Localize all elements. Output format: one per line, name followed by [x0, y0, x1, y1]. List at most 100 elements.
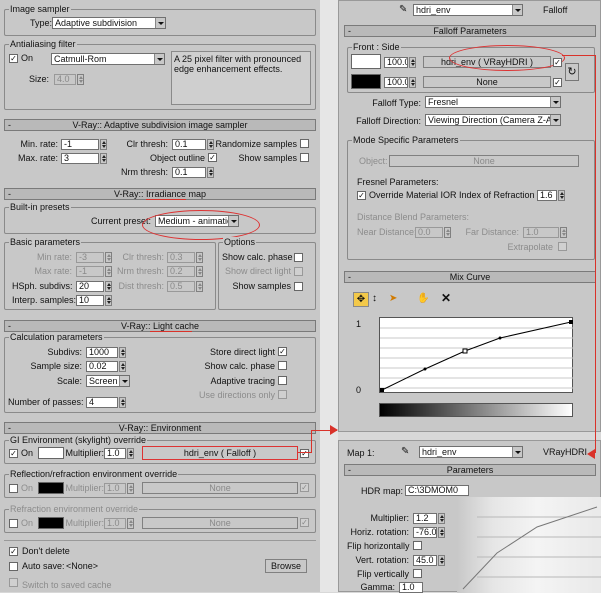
insert-point-icon[interactable]: ➤ [389, 293, 397, 304]
gi-on-checkbox[interactable]: ✓ [9, 449, 18, 458]
refr-on-checkbox[interactable] [9, 519, 18, 528]
adaptive-sampler-rollout-bar[interactable]: - V-Ray:: Adaptive subdivision image sam… [4, 119, 316, 131]
nrm-thresh-field[interactable]: 0.1 [172, 167, 206, 178]
clr-thresh-field[interactable]: 0.1 [172, 139, 206, 150]
irr-dist-thresh-field[interactable]: 0.5 [167, 281, 195, 292]
randomize-checkbox[interactable] [300, 139, 309, 148]
refl-color-swatch[interactable] [38, 482, 64, 494]
refr-map-checkbox[interactable]: ✓ [300, 518, 309, 527]
size-spinner[interactable] [77, 74, 84, 85]
refr-multiplier-spinner[interactable] [127, 518, 134, 529]
horiz-rotation-field[interactable]: -76.0 [413, 527, 437, 538]
map-type-label[interactable]: Falloff [543, 5, 567, 16]
map-type-label[interactable]: VRayHDRI [543, 447, 587, 458]
store-direct-checkbox[interactable]: ✓ [278, 347, 287, 356]
sampler-type-select[interactable]: Adaptive subdivision [52, 17, 166, 29]
hdr-map-path-field[interactable]: C:\3DMOM0 [405, 485, 469, 496]
delete-point-icon[interactable]: ✕ [441, 291, 451, 305]
mix-curve-graph[interactable] [379, 317, 574, 393]
max-rate-field[interactable]: 3 [61, 153, 99, 164]
object-pick-button[interactable]: None [389, 155, 579, 167]
switch-cache-checkbox[interactable] [9, 578, 18, 587]
sample-size-field[interactable]: 0.02 [86, 361, 118, 372]
scale-point-icon[interactable]: ↕ [372, 293, 377, 304]
side-map-button[interactable]: None [423, 76, 551, 88]
irr-clr-thresh-field[interactable]: 0.3 [167, 252, 195, 263]
hsph-field[interactable]: 20 [76, 281, 104, 292]
show-direct-checkbox[interactable] [294, 267, 303, 276]
move-point-icon[interactable]: ✥ [353, 292, 369, 307]
irr-max-rate-field[interactable]: -1 [76, 266, 104, 277]
irr-nrm-thresh-field[interactable]: 0.2 [167, 266, 195, 277]
gamma-field[interactable]: 1.0 [399, 582, 423, 593]
side-amount-spinner[interactable] [409, 77, 416, 88]
use-directions-checkbox[interactable] [278, 390, 287, 399]
size-field[interactable]: 4.0 [54, 74, 76, 85]
refl-multiplier-spinner[interactable] [127, 483, 134, 494]
refl-map-button[interactable]: None [142, 482, 298, 494]
passes-spinner[interactable] [119, 397, 126, 408]
near-distance-spinner[interactable] [444, 227, 451, 238]
refr-color-swatch[interactable] [38, 517, 64, 529]
auto-save-checkbox[interactable] [9, 562, 18, 571]
vert-rotation-field[interactable]: 45.0 [413, 555, 437, 566]
refl-multiplier-field[interactable]: 1.0 [104, 483, 126, 494]
hdri-params-rollout-bar[interactable]: - Parameters [344, 464, 596, 476]
irr-nrm-thresh-spinner[interactable] [196, 266, 203, 277]
hdri-multiplier-spinner[interactable] [438, 513, 445, 524]
near-distance-field[interactable]: 0.0 [415, 227, 443, 238]
extrapolate-checkbox[interactable] [558, 242, 567, 251]
far-distance-spinner[interactable] [560, 227, 567, 238]
irr-min-rate-spinner[interactable] [105, 252, 112, 263]
horiz-rotation-spinner[interactable] [438, 527, 445, 538]
gi-map-button[interactable]: hdri_env ( Falloff ) [142, 446, 298, 460]
passes-field[interactable]: 4 [86, 397, 118, 408]
gi-multiplier-spinner[interactable] [127, 448, 134, 459]
ior-spinner[interactable] [558, 190, 565, 201]
show-calc-checkbox[interactable] [294, 253, 303, 262]
sample-size-spinner[interactable] [119, 361, 126, 372]
subdivs-spinner[interactable] [119, 347, 126, 358]
hdri-multiplier-field[interactable]: 1.2 [413, 513, 437, 524]
hsph-spinner[interactable] [105, 281, 112, 292]
falloff-type-select[interactable]: Fresnel [425, 96, 561, 108]
refl-map-checkbox[interactable]: ✓ [300, 483, 309, 492]
pan-icon[interactable]: ✋ [417, 293, 429, 304]
irr-show-samples-checkbox[interactable] [294, 282, 303, 291]
min-rate-spinner[interactable] [100, 139, 107, 150]
vert-rotation-spinner[interactable] [438, 555, 445, 566]
eyedropper-icon[interactable]: ✎ [399, 5, 407, 15]
flip-vertically-checkbox[interactable] [413, 569, 422, 578]
dont-delete-checkbox[interactable]: ✓ [9, 547, 18, 556]
far-distance-field[interactable]: 1.0 [523, 227, 559, 238]
front-map-checkbox[interactable]: ✓ [553, 58, 562, 67]
irr-dist-thresh-spinner[interactable] [196, 281, 203, 292]
environment-rollout-bar[interactable]: - V-Ray:: Environment [4, 422, 316, 434]
aa-on-checkbox[interactable]: ✓ [9, 54, 18, 63]
min-rate-field[interactable]: -1 [61, 139, 99, 150]
gi-multiplier-field[interactable]: 1.0 [104, 448, 126, 459]
ior-field[interactable]: 1.6 [537, 190, 557, 201]
mix-curve-rollout-bar[interactable]: - Mix Curve [344, 271, 596, 283]
side-amount-field[interactable]: 100.0 [384, 77, 408, 88]
eyedropper-icon[interactable]: ✎ [401, 447, 409, 457]
swap-colors-icon[interactable]: ↻ [565, 63, 579, 81]
refr-multiplier-field[interactable]: 1.0 [104, 518, 126, 529]
falloff-direction-select[interactable]: Viewing Direction (Camera Z-Axis) [425, 114, 561, 126]
interp-spinner[interactable] [105, 295, 112, 306]
falloff-params-rollout-bar[interactable]: - Falloff Parameters [344, 25, 596, 37]
refr-map-button[interactable]: None [142, 517, 298, 529]
gi-map-checkbox[interactable]: ✓ [300, 449, 309, 458]
falloff-map-name-select[interactable]: hdri_env [413, 4, 523, 16]
side-color-swatch[interactable] [351, 74, 381, 89]
hdri-map-name-select[interactable]: hdri_env [419, 446, 523, 458]
gi-color-swatch[interactable] [38, 447, 64, 459]
irr-max-rate-spinner[interactable] [105, 266, 112, 277]
scale-select[interactable]: Screen [86, 375, 130, 387]
side-map-checkbox[interactable]: ✓ [553, 78, 562, 87]
adaptive-tracing-checkbox[interactable] [278, 376, 287, 385]
interp-field[interactable]: 10 [76, 295, 104, 306]
front-amount-spinner[interactable] [409, 57, 416, 68]
front-amount-field[interactable]: 100.0 [384, 57, 408, 68]
lc-show-calc-checkbox[interactable] [278, 361, 287, 370]
